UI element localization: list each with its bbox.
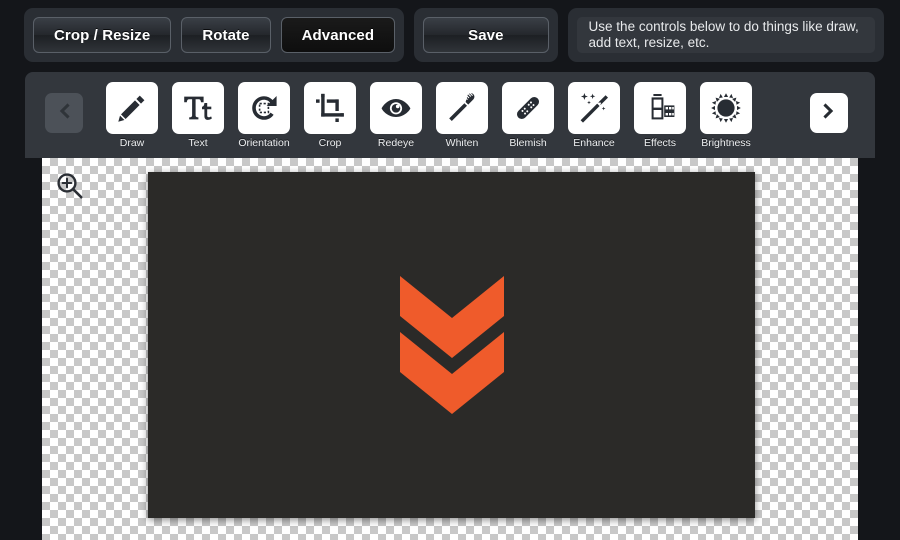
save-button[interactable]: Save (423, 17, 549, 53)
tool-crop-tile (304, 82, 356, 134)
sun-icon (710, 92, 742, 124)
crop-icon (314, 92, 346, 124)
tool-text-label: Text (188, 137, 208, 149)
next-tools-arrow-wrap (783, 82, 875, 144)
tool-whiten-tile (436, 82, 488, 134)
eye-icon (380, 92, 412, 124)
help-panel-inner: Use the controls below to do things like… (576, 17, 875, 53)
prev-tools-button[interactable] (45, 93, 83, 133)
tool-blemish[interactable]: Blemish (499, 82, 557, 149)
tool-blemish-tile (502, 82, 554, 134)
tool-crop-label: Crop (318, 137, 342, 149)
help-panel: Use the controls below to do things like… (567, 8, 884, 62)
tool-redeye-label: Redeye (377, 137, 415, 149)
crop-resize-button[interactable]: Crop / Resize (33, 17, 172, 53)
tool-brightness-tile (700, 82, 752, 134)
tool-whiten[interactable]: Whiten (433, 82, 491, 149)
tool-redeye-tile (370, 82, 422, 134)
tool-enhance-tile (568, 82, 620, 134)
tool-effects[interactable]: Effects (631, 82, 689, 149)
double-chevron-down-logo (399, 276, 504, 414)
canvas-area[interactable] (42, 158, 858, 540)
tool-text-tile (172, 82, 224, 134)
pencil-icon (116, 92, 148, 124)
tool-brightness-label: Brightness (701, 137, 751, 149)
tool-effects-tile (634, 82, 686, 134)
toothbrush-icon (446, 92, 478, 124)
next-tools-button[interactable] (810, 93, 848, 133)
tool-draw-tile (106, 82, 158, 134)
tool-orientation[interactable]: Orientation (235, 82, 293, 149)
tool-strip: Draw Text Orientation Crop Redeye Whiten… (25, 72, 875, 158)
chevron-left-icon (54, 101, 74, 126)
tool-whiten-label: Whiten (445, 137, 479, 149)
bandage-icon (512, 92, 544, 124)
prev-tools-arrow-wrap (25, 82, 103, 144)
tool-list: Draw Text Orientation Crop Redeye Whiten… (103, 82, 783, 149)
tool-text[interactable]: Text (169, 82, 227, 149)
rotate-button[interactable]: Rotate (181, 17, 271, 53)
chevron-right-icon (819, 101, 839, 126)
save-button-group: Save (414, 8, 558, 62)
help-text: Use the controls below to do things like… (588, 19, 859, 50)
tool-orientation-tile (238, 82, 290, 134)
tool-orientation-label: Orientation (238, 137, 290, 149)
magic-wand-icon (578, 92, 610, 124)
tool-crop[interactable]: Crop (301, 82, 359, 149)
top-toolbar: Crop / Resize Rotate Advanced Save Use t… (0, 0, 900, 70)
mode-button-group: Crop / Resize Rotate Advanced (24, 8, 405, 62)
tool-draw-label: Draw (119, 137, 145, 149)
tool-effects-label: Effects (644, 137, 676, 149)
image-editor-app: Crop / Resize Rotate Advanced Save Use t… (0, 0, 900, 540)
tool-enhance-label: Enhance (573, 137, 615, 149)
tool-redeye[interactable]: Redeye (367, 82, 425, 149)
tool-brightness[interactable]: Brightness (697, 82, 755, 149)
text-tt-icon (182, 92, 214, 124)
tool-draw[interactable]: Draw (103, 82, 161, 149)
advanced-button[interactable]: Advanced (280, 17, 396, 53)
film-strip-icon (644, 92, 676, 124)
tool-blemish-label: Blemish (509, 137, 547, 149)
magnifier-plus-icon[interactable] (55, 171, 85, 201)
edited-image[interactable] (148, 172, 755, 518)
rotate-icon (248, 92, 280, 124)
tool-enhance[interactable]: Enhance (565, 82, 623, 149)
